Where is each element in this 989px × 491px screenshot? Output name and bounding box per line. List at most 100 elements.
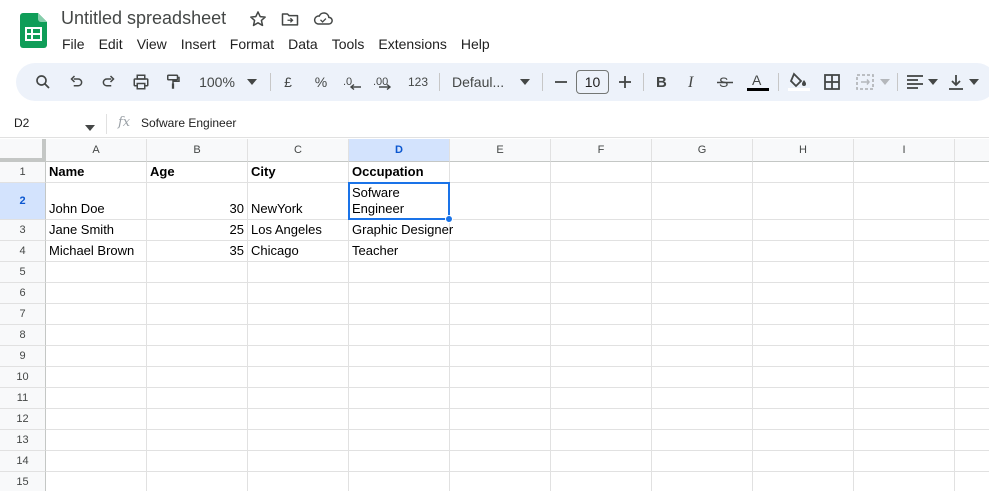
menu-extensions[interactable]: Extensions [378, 35, 454, 53]
name-box[interactable]: D2 [14, 116, 29, 130]
cell-d3[interactable]: Graphic Designer [349, 220, 453, 241]
cell-f2[interactable] [551, 183, 652, 220]
vertical-align-icon[interactable] [946, 63, 966, 101]
borders-icon[interactable] [821, 63, 843, 101]
cell-b7[interactable] [147, 304, 248, 325]
cell-d8[interactable] [349, 325, 450, 346]
menu-format[interactable]: Format [230, 35, 282, 53]
cell-h1[interactable] [753, 162, 854, 183]
cell-i12[interactable] [854, 409, 955, 430]
cell-partial[interactable] [955, 262, 989, 283]
cell-e4[interactable] [450, 241, 551, 262]
cell-b4[interactable]: 35 [147, 241, 248, 262]
cell-partial[interactable] [955, 162, 989, 183]
column-header-i[interactable]: I [854, 139, 955, 162]
chevron-down-icon[interactable] [968, 63, 980, 101]
fill-handle[interactable] [445, 215, 453, 223]
menu-tools[interactable]: Tools [332, 35, 373, 53]
column-header-f[interactable]: F [551, 139, 652, 162]
cloud-status-icon[interactable] [312, 9, 333, 29]
menu-insert[interactable]: Insert [181, 35, 224, 53]
cell-b10[interactable] [147, 367, 248, 388]
row-header-2[interactable]: 2 [0, 183, 46, 220]
cell-a4[interactable]: Michael Brown [46, 241, 147, 262]
row-header-6[interactable]: 6 [0, 283, 46, 304]
column-header-d[interactable]: D [349, 139, 450, 162]
cell-h6[interactable] [753, 283, 854, 304]
cell-a10[interactable] [46, 367, 147, 388]
row-header-12[interactable]: 12 [0, 409, 46, 430]
menu-help[interactable]: Help [461, 35, 498, 53]
column-header-g[interactable]: G [652, 139, 753, 162]
percent-format-button[interactable]: % [313, 63, 329, 101]
cell-e5[interactable] [450, 262, 551, 283]
cell-h4[interactable] [753, 241, 854, 262]
cell-partial[interactable] [955, 183, 989, 220]
cell-d1[interactable]: Occupation [349, 162, 450, 183]
cell-d13[interactable] [349, 430, 450, 451]
cell-partial[interactable] [955, 388, 989, 409]
cell-e10[interactable] [450, 367, 551, 388]
cell-g7[interactable] [652, 304, 753, 325]
cell-i14[interactable] [854, 451, 955, 472]
italic-icon[interactable]: I [683, 63, 703, 101]
font-family-select[interactable]: Defaul... [452, 63, 524, 101]
cell-g5[interactable] [652, 262, 753, 283]
merge-cells-icon[interactable] [854, 63, 876, 101]
cell-c11[interactable] [248, 388, 349, 409]
cell-g4[interactable] [652, 241, 753, 262]
cell-d5[interactable] [349, 262, 450, 283]
cell-g8[interactable] [652, 325, 753, 346]
cell-c13[interactable] [248, 430, 349, 451]
cell-f12[interactable] [551, 409, 652, 430]
cell-g9[interactable] [652, 346, 753, 367]
cell-c7[interactable] [248, 304, 349, 325]
decrease-font-size-icon[interactable] [552, 63, 570, 101]
cell-i9[interactable] [854, 346, 955, 367]
cell-c5[interactable] [248, 262, 349, 283]
row-header-1[interactable]: 1 [0, 162, 46, 183]
print-icon[interactable] [130, 63, 152, 101]
cell-h10[interactable] [753, 367, 854, 388]
cell-i4[interactable] [854, 241, 955, 262]
cell-c4[interactable]: Chicago [248, 241, 349, 262]
cell-c14[interactable] [248, 451, 349, 472]
cell-f13[interactable] [551, 430, 652, 451]
cell-f15[interactable] [551, 472, 652, 491]
cell-c15[interactable] [248, 472, 349, 491]
cell-i13[interactable] [854, 430, 955, 451]
bold-icon[interactable]: B [652, 63, 672, 101]
column-header-h[interactable]: H [753, 139, 854, 162]
cell-i3[interactable] [854, 220, 955, 241]
column-header-partial[interactable] [955, 139, 989, 162]
cell-c3[interactable]: Los Angeles [248, 220, 349, 241]
cell-h9[interactable] [753, 346, 854, 367]
move-folder-icon[interactable] [280, 9, 300, 29]
cell-e1[interactable] [450, 162, 551, 183]
cell-a2[interactable]: John Doe [46, 183, 147, 220]
cell-e15[interactable] [450, 472, 551, 491]
cell-g1[interactable] [652, 162, 753, 183]
cell-f3[interactable] [551, 220, 652, 241]
row-header-3[interactable]: 3 [0, 220, 46, 241]
cell-b5[interactable] [147, 262, 248, 283]
cell-i6[interactable] [854, 283, 955, 304]
increase-decimal-icon[interactable]: .00 [372, 63, 396, 101]
cell-partial[interactable] [955, 451, 989, 472]
decrease-decimal-icon[interactable]: .0 [342, 63, 364, 101]
star-icon[interactable] [248, 9, 268, 29]
row-header-13[interactable]: 13 [0, 430, 46, 451]
cell-i1[interactable] [854, 162, 955, 183]
cell-a13[interactable] [46, 430, 147, 451]
select-all-corner[interactable] [0, 139, 46, 162]
column-header-e[interactable]: E [450, 139, 551, 162]
cell-h5[interactable] [753, 262, 854, 283]
cell-d14[interactable] [349, 451, 450, 472]
cell-b8[interactable] [147, 325, 248, 346]
cell-b3[interactable]: 25 [147, 220, 248, 241]
cell-e12[interactable] [450, 409, 551, 430]
cell-d4[interactable]: Teacher [349, 241, 450, 262]
cell-i15[interactable] [854, 472, 955, 491]
cell-f5[interactable] [551, 262, 652, 283]
document-title[interactable]: Untitled spreadsheet [61, 8, 226, 28]
